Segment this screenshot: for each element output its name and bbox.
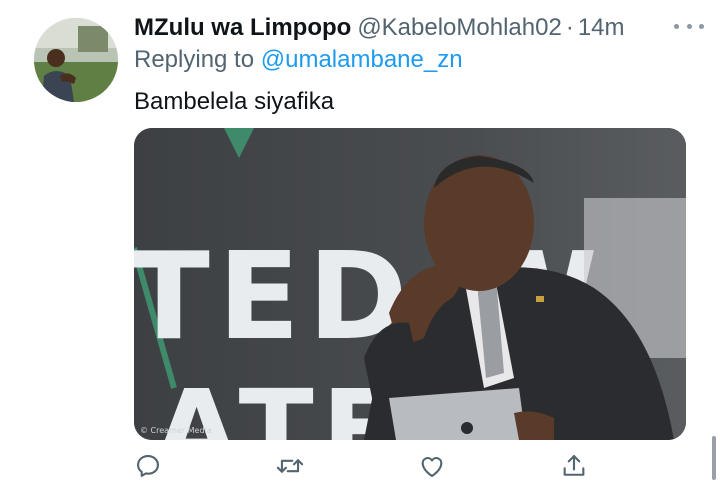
action-bar bbox=[0, 448, 720, 488]
user-handle[interactable]: @KabeloMohlah02 bbox=[357, 14, 562, 42]
tweet-media[interactable]: TED W ATE © Creamer Media bbox=[134, 128, 686, 440]
more-dot bbox=[699, 23, 704, 29]
more-dot bbox=[686, 23, 692, 29]
scrollbar[interactable] bbox=[712, 436, 716, 480]
tweet-text: Bambelela siyafika bbox=[134, 88, 335, 115]
tweet[interactable]: MZulu wa Limpopo @KabeloMohlah02 · 14m R… bbox=[0, 0, 720, 504]
tweet-header: MZulu wa Limpopo @KabeloMohlah02 · 14m bbox=[134, 10, 694, 46]
more-options-icon[interactable] bbox=[674, 18, 704, 34]
media-photo: TED W ATE © Creamer Media bbox=[134, 128, 686, 440]
timestamp[interactable]: 14m bbox=[578, 14, 625, 42]
comment-icon bbox=[137, 455, 159, 477]
media-watermark: © Creamer Media bbox=[140, 426, 212, 435]
share-button[interactable] bbox=[556, 448, 592, 484]
like-button[interactable] bbox=[414, 448, 450, 484]
retweet-icon bbox=[276, 459, 304, 473]
display-name[interactable]: MZulu wa Limpopo bbox=[134, 14, 351, 42]
avatar-image bbox=[34, 18, 118, 102]
replying-to: Replying to @umalambane_zn bbox=[134, 46, 463, 74]
heart-icon bbox=[421, 457, 443, 477]
replying-prefix: Replying to bbox=[134, 46, 255, 73]
share-icon bbox=[563, 455, 585, 476]
more-dot bbox=[674, 23, 679, 29]
replying-to-mention[interactable]: @umalambane_zn bbox=[261, 46, 463, 73]
avatar[interactable] bbox=[34, 18, 118, 102]
reply-button[interactable] bbox=[130, 448, 166, 484]
retweet-button[interactable] bbox=[272, 448, 308, 484]
separator-dot: · bbox=[565, 14, 574, 41]
